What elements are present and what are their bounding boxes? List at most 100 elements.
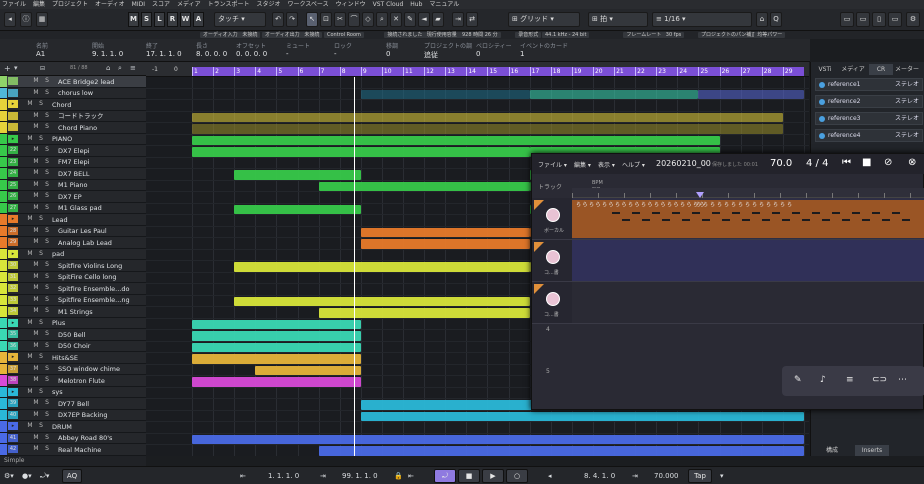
track-name[interactable]: DX7EP Backing	[58, 410, 108, 420]
solo-button[interactable]: S	[37, 388, 45, 396]
track-row[interactable]: 22 M S DX7 Elepi	[0, 145, 146, 157]
event-clip[interactable]	[192, 354, 361, 364]
mute-button[interactable]: M	[32, 204, 40, 212]
left-locator[interactable]: 1. 1. 1. 0	[268, 470, 299, 482]
mute-button[interactable]: M	[32, 238, 40, 246]
track-name[interactable]: sys	[52, 387, 63, 397]
mute-button[interactable]: M	[32, 445, 40, 453]
mute-button[interactable]: M	[32, 261, 40, 269]
solo-button[interactable]: S	[43, 342, 51, 350]
mute-button[interactable]: M	[32, 112, 40, 120]
track-name[interactable]: chorus low	[58, 88, 93, 98]
mute-button[interactable]: M	[26, 215, 34, 223]
solo-button[interactable]: S	[43, 273, 51, 281]
note-bar[interactable]	[682, 219, 690, 221]
zoom-tool-icon[interactable]: ⌕	[376, 12, 388, 27]
menu-item[interactable]: スコア	[152, 0, 170, 9]
project-cursor[interactable]	[354, 77, 356, 456]
stop-button[interactable]: ■	[458, 469, 480, 483]
loop-icon[interactable]: ⊘	[884, 157, 892, 168]
event-clip[interactable]	[360, 89, 530, 99]
note-bar[interactable]	[652, 212, 660, 214]
mute-button[interactable]: M	[26, 319, 34, 327]
track-row[interactable]: M S ACE Bridge2 lead	[0, 76, 146, 88]
track-row[interactable]: 31 M S SpitFire Cello long	[0, 271, 146, 283]
solo-button[interactable]: S	[43, 365, 51, 373]
mode-button-r[interactable]: R	[167, 12, 178, 27]
event-clip[interactable]	[192, 124, 783, 134]
solo-button[interactable]: S	[43, 227, 51, 235]
folder-icon[interactable]: ▸	[8, 422, 18, 430]
event-clip[interactable]	[318, 446, 804, 456]
note-bar[interactable]	[792, 212, 800, 214]
event-clip[interactable]	[234, 170, 361, 180]
info-value[interactable]: A1	[36, 50, 45, 58]
lyric-syllable[interactable]: ら	[759, 201, 764, 208]
track-name[interactable]: DY77 Bell	[58, 399, 89, 409]
track-name[interactable]: M1 Glass pad	[58, 203, 102, 213]
play-button[interactable]: ▶	[482, 469, 504, 483]
settings-icon[interactable]: ⚙	[906, 12, 920, 27]
track-name[interactable]: Spitfire Violins Long	[58, 261, 122, 271]
info-value[interactable]: 追従	[424, 50, 438, 60]
track-row[interactable]: 41 M S Abbey Road 80's	[0, 432, 146, 444]
menu-item[interactable]: オーディオ	[95, 0, 125, 9]
event-clip[interactable]	[360, 239, 530, 249]
editor-tempo[interactable]: 70.0	[770, 158, 792, 169]
event-clip[interactable]	[192, 377, 361, 387]
quantize-icon[interactable]: ⌂	[756, 12, 768, 27]
track-name[interactable]: Real Machine	[58, 445, 101, 455]
solo-button[interactable]: S	[43, 169, 51, 177]
track-name[interactable]: SSO window chime	[58, 364, 120, 374]
lyric-syllable[interactable]: ら	[609, 201, 614, 208]
folder-icon[interactable]: ▸	[8, 215, 18, 223]
event-clip[interactable]	[360, 411, 804, 421]
rewind-icon[interactable]: ⏮	[842, 157, 851, 168]
lyric-syllable[interactable]: ら	[622, 201, 627, 208]
note-bar[interactable]	[762, 219, 770, 221]
solo-button[interactable]: S	[43, 434, 51, 442]
info-value[interactable]: 0	[476, 50, 480, 58]
window-icon-1[interactable]: ▭	[840, 12, 854, 27]
right-zone-tab[interactable]: CR	[869, 64, 893, 75]
sliders-icon[interactable]: ≡	[846, 375, 854, 385]
track-row[interactable]: 34 M S M1 Strings	[0, 306, 146, 318]
voice-track-header[interactable]: コ...書	[532, 240, 572, 282]
editor-menu-item[interactable]: ヘルプ ▾	[622, 160, 645, 169]
pointer-tool-icon[interactable]: ↖	[306, 12, 318, 27]
menu-item[interactable]: プロジェクト	[52, 0, 88, 9]
track-row[interactable]: 27 M S M1 Glass pad	[0, 202, 146, 214]
mute-button[interactable]: M	[32, 342, 40, 350]
note-bar[interactable]	[812, 212, 820, 214]
track-row[interactable]: 38 M S Melotron Flute	[0, 375, 146, 387]
vocal-part[interactable]: らららららららららららららららららららららららららららららららららら	[572, 200, 924, 238]
autoscroll-icon[interactable]: ⇥	[452, 12, 464, 27]
solo-button[interactable]: S	[43, 261, 51, 269]
mode-button-w[interactable]: W	[180, 12, 191, 27]
note-bar[interactable]	[872, 212, 880, 214]
mode-button-s[interactable]: S	[141, 12, 152, 27]
bottom-tab[interactable]: 構成	[815, 445, 849, 456]
track-row[interactable]: 40 M S DX7EP Backing	[0, 409, 146, 421]
track-name[interactable]: Chord	[52, 100, 71, 110]
quantize-select[interactable]: ≡ 1/16 ▾	[652, 12, 752, 27]
event-clip[interactable]	[529, 89, 699, 99]
lyric-syllable[interactable]: ら	[680, 201, 685, 208]
solo-button[interactable]: S	[37, 100, 45, 108]
mute-button[interactable]: M	[32, 273, 40, 281]
window-icon-4[interactable]: ▭	[888, 12, 902, 27]
mode-button-l[interactable]: L	[154, 12, 165, 27]
note-bar[interactable]	[782, 219, 790, 221]
event-clip[interactable]	[192, 147, 530, 157]
menu-item[interactable]: マニュアル	[429, 0, 459, 9]
folder-icon[interactable]: ▸	[8, 318, 18, 327]
track-row[interactable]: 25 M S M1 Piano	[0, 179, 146, 191]
menu-item[interactable]: Hub	[410, 0, 422, 9]
mute-button[interactable]: M	[32, 181, 40, 189]
info-value[interactable]: 9. 1. 1. 0	[92, 50, 123, 58]
track-row[interactable]: 23 M S FM7 Elepi	[0, 156, 146, 168]
solo-button[interactable]: S	[43, 123, 51, 131]
note-bar[interactable]	[842, 219, 850, 221]
mode-button-a[interactable]: A	[193, 12, 204, 27]
locator-left-icon[interactable]: ⇤	[240, 470, 246, 482]
